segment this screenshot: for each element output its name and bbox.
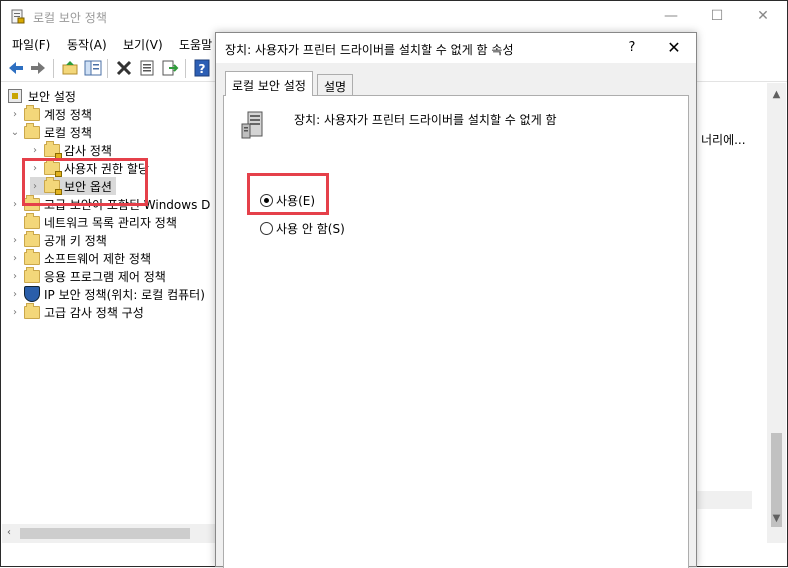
folder-icon <box>24 230 40 247</box>
tree-item-label: IP 보안 정책(위치: 로컬 컴퓨터) <box>44 287 205 302</box>
menu-action[interactable]: 동작(A) <box>67 36 107 53</box>
chevron-down-icon[interactable]: ⌄ <box>10 127 20 138</box>
highlight-box-security-options <box>22 158 148 206</box>
tab-panel: 장치: 사용자가 프린터 드라이버를 설치할 수 없게 함 사용(E) 사용 안… <box>223 95 689 568</box>
details-partial-text: 너리에... <box>701 133 746 147</box>
folder-icon <box>24 122 40 139</box>
scroll-down-icon[interactable]: ▼ <box>767 513 786 524</box>
dialog-close-button[interactable]: ✕ <box>664 38 684 58</box>
folder-icon <box>24 302 40 319</box>
tree-item-local-policy[interactable]: ⌄ 로컬 정책 <box>10 122 92 141</box>
menu-help[interactable]: 도움말 <box>179 36 212 53</box>
dialog-titlebar: 장치: 사용자가 프린터 드라이버를 설치할 수 없게 함 속성 ? ✕ <box>216 33 696 63</box>
tree-item-label: 응용 프로그램 제어 정책 <box>44 269 166 284</box>
details-vertical-scrollbar[interactable]: ▲ ▼ <box>767 83 786 543</box>
policy-properties-dialog: 장치: 사용자가 프린터 드라이버를 설치할 수 없게 함 속성 ? ✕ 로컬 … <box>215 32 697 568</box>
radio-button-unchecked[interactable] <box>260 222 273 235</box>
menu-file[interactable]: 파일(F) <box>12 36 50 53</box>
tree-item-software-restriction[interactable]: › 소프트웨어 제한 정책 <box>10 248 151 267</box>
tab-explain[interactable]: 설명 <box>317 74 354 96</box>
tree-item-network-list-manager[interactable]: 네트워크 목록 관리자 정책 <box>10 212 177 231</box>
main-titlebar: 로컬 보안 정책 — ☐ ✕ <box>1 1 787 31</box>
chevron-right-icon[interactable]: › <box>10 271 20 282</box>
tree-item-public-key-policy[interactable]: › 공개 키 정책 <box>10 230 107 249</box>
export-icon[interactable] <box>161 59 179 77</box>
tree-item-label: 소프트웨어 제한 정책 <box>44 251 151 266</box>
tree-item-label: 로컬 정책 <box>44 125 92 140</box>
details-row-strip <box>690 491 752 509</box>
tree-item-audit-policy[interactable]: › 감사 정책 <box>30 140 112 159</box>
show-hide-tree-icon[interactable] <box>84 59 102 77</box>
folder-icon <box>24 248 40 265</box>
chevron-right-icon[interactable]: › <box>10 199 20 210</box>
locked-folder-icon <box>44 140 62 159</box>
dialog-title: 장치: 사용자가 프린터 드라이버를 설치할 수 없게 함 속성 <box>225 43 514 57</box>
scroll-up-icon[interactable]: ▲ <box>767 89 786 100</box>
policy-name: 장치: 사용자가 프린터 드라이버를 설치할 수 없게 함 <box>294 113 557 127</box>
toolbar-separator <box>53 59 54 78</box>
back-arrow-icon[interactable] <box>7 59 25 77</box>
up-folder-icon[interactable] <box>61 59 79 77</box>
ip-security-icon <box>24 286 40 302</box>
radio-disabled[interactable]: 사용 안 함(S) <box>260 220 345 237</box>
scroll-left-icon[interactable]: ‹ <box>2 527 16 538</box>
horizontal-scroll-thumb[interactable] <box>20 528 190 539</box>
radio-disabled-label: 사용 안 함(S) <box>276 222 345 236</box>
chevron-right-icon[interactable]: › <box>10 289 20 300</box>
folder-icon <box>24 212 40 229</box>
dialog-help-button[interactable]: ? <box>622 38 642 58</box>
menu-view[interactable]: 보기(V) <box>123 36 163 53</box>
tree-item-advanced-audit[interactable]: › 고급 감사 정책 구성 <box>10 302 144 321</box>
forward-arrow-icon[interactable] <box>29 59 47 77</box>
tree-item-label: 감사 정책 <box>64 143 112 158</box>
tree-item-account-policy[interactable]: › 계정 정책 <box>10 104 92 123</box>
server-computer-icon <box>241 111 263 139</box>
folder-icon <box>24 104 40 121</box>
delete-icon[interactable] <box>115 59 133 77</box>
chevron-right-icon[interactable]: › <box>30 145 40 156</box>
highlight-box-enabled-option <box>247 173 329 215</box>
tree-item-label: 고급 감사 정책 구성 <box>44 305 144 320</box>
tree-item-app-control[interactable]: › 응용 프로그램 제어 정책 <box>10 266 166 285</box>
tree-item-label: 계정 정책 <box>44 107 92 122</box>
tab-local-security-setting[interactable]: 로컬 보안 설정 <box>225 71 313 96</box>
window-title: 로컬 보안 정책 <box>33 11 107 25</box>
minimize-button[interactable]: — <box>661 7 681 27</box>
close-button[interactable]: ✕ <box>753 7 773 27</box>
svg-text:?: ? <box>199 62 206 76</box>
chevron-right-icon[interactable]: › <box>10 235 20 246</box>
properties-icon[interactable] <box>138 59 156 77</box>
toolbar-separator <box>107 59 108 78</box>
tree-root[interactable]: 보안 설정 <box>8 87 76 105</box>
maximize-button[interactable]: ☐ <box>707 7 727 27</box>
tree-item-ip-security[interactable]: › IP 보안 정책(위치: 로컬 컴퓨터) <box>10 285 205 303</box>
help-icon[interactable]: ? <box>193 59 211 77</box>
folder-icon <box>24 266 40 283</box>
tree-item-label: 공개 키 정책 <box>44 233 107 248</box>
chevron-right-icon[interactable]: › <box>10 307 20 318</box>
security-policy-app-icon <box>11 9 25 24</box>
chevron-right-icon[interactable]: › <box>10 253 20 264</box>
chevron-right-icon[interactable]: › <box>10 109 20 120</box>
security-settings-icon <box>8 89 22 103</box>
tree-pane: 보안 설정 › 계정 정책 ⌄ 로컬 정책 › 감사 정책 › 사용자 권한 할… <box>2 83 218 543</box>
tree-horizontal-scrollbar[interactable]: ‹ <box>2 524 216 543</box>
toolbar-separator <box>185 59 186 78</box>
tree-item-label: 네트워크 목록 관리자 정책 <box>44 215 177 230</box>
tree-root-label: 보안 설정 <box>28 89 76 104</box>
